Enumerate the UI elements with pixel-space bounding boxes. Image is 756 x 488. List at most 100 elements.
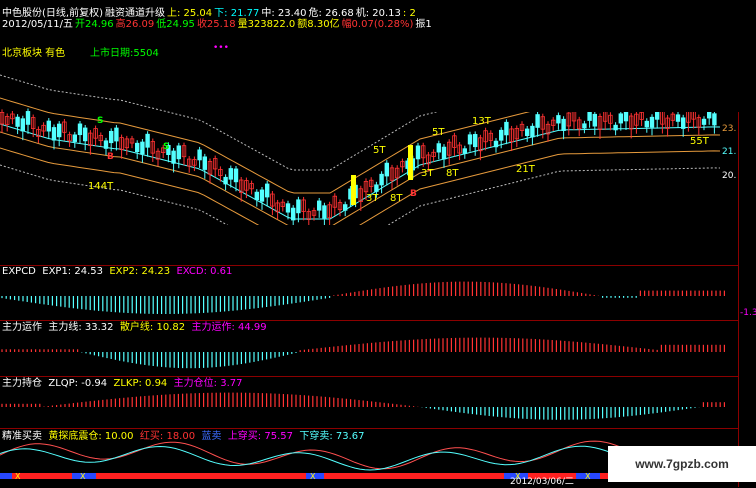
zlcc-header: 主力持仓 ZLQP: -0.94 ZLKP: 0.94 主力仓位: 3.77 [2, 378, 242, 390]
candle-body [140, 141, 145, 155]
candle-body [103, 140, 109, 149]
yellow-candle [408, 145, 413, 180]
candle-body [46, 120, 51, 132]
candle-body [415, 145, 421, 160]
hm-value: 红买: 18.00 [139, 431, 196, 442]
strip-marker: X [310, 472, 316, 481]
smm-value: 上穿买: 75.57 [227, 431, 293, 442]
jzmm-strip [36, 473, 42, 479]
label-8t: 8T [390, 193, 403, 204]
jzmm-strip [432, 473, 438, 479]
jzmm-strip [132, 473, 138, 479]
candle-body [712, 113, 717, 126]
jzmm-strip [336, 473, 342, 479]
jzmm-strip [114, 473, 120, 479]
label-5t: 5T [373, 145, 386, 156]
candle-body [681, 117, 686, 129]
jzmm-strip [90, 473, 96, 479]
jzmm-strip [354, 473, 360, 479]
candle-body [145, 133, 150, 148]
panel-separator [0, 376, 738, 377]
jzmm-strip [366, 473, 372, 479]
label-3t: 3T [421, 168, 434, 179]
candle-body [379, 173, 384, 186]
jzmm-strip [24, 473, 30, 479]
listing-date: 上市日期:5504 [90, 48, 159, 59]
jzmm-strip [318, 473, 324, 479]
candle-body [285, 203, 291, 213]
candle-body [228, 168, 233, 180]
jzmm-strip [282, 473, 288, 479]
candle-body [493, 140, 499, 148]
strip-marker: X [15, 472, 21, 481]
jzmm-strip [438, 473, 444, 479]
candle-body [202, 156, 207, 170]
jzmm-strip [174, 473, 180, 479]
jzmm-strip [72, 473, 78, 479]
bottom-date: 2012/03/06/二 [510, 477, 574, 487]
jzmm-strip [30, 473, 36, 479]
shl-value: 散户线: 10.82 [119, 322, 186, 333]
header-field: 2012/05/11/五 [2, 19, 74, 30]
candle-body [223, 176, 228, 185]
candle-body [675, 114, 681, 122]
label-13t: 13T [472, 116, 491, 127]
jzmm-strip [288, 473, 294, 479]
jzmm-strip [402, 473, 408, 479]
jzmm-strip [168, 473, 174, 479]
jzmm-strip [156, 473, 162, 479]
candle-body [592, 113, 597, 127]
candle-body [259, 189, 265, 202]
zlyz-value: 主力运作: 44.99 [191, 322, 267, 333]
jzmm-strip [234, 473, 240, 479]
candle-body [72, 134, 77, 142]
candle-body [233, 168, 239, 183]
jzmm-strip [192, 473, 198, 479]
header-field: 中: 23.40 [261, 8, 307, 19]
header-field: 危: 26.68 [308, 8, 354, 19]
candle-body [441, 146, 447, 160]
candle-body [296, 199, 301, 214]
jzmm-strip [240, 473, 246, 479]
axis-value: 20. [722, 171, 737, 181]
jzmm-strip [66, 473, 72, 479]
jzmm-strip [216, 473, 222, 479]
candle-body [342, 204, 348, 211]
jzmm-strip [600, 473, 606, 479]
jzmm-strip [6, 473, 12, 479]
excd-value: EXCD: 0.61 [176, 266, 233, 277]
candle-body [530, 125, 535, 138]
candle-body [498, 129, 504, 141]
jzmm-strip [96, 473, 102, 479]
xcm-value: 下穿卖: 73.67 [299, 431, 365, 442]
jzmm-strip [210, 473, 216, 479]
buy-signal: B [410, 189, 417, 199]
candle-body [109, 130, 114, 144]
sell-signal: S [97, 116, 104, 126]
jzmm-strip [222, 473, 228, 479]
jzmm-strip [408, 473, 414, 479]
jzmm-strip [378, 473, 384, 479]
candle-body [618, 113, 623, 124]
label-5t: 5T [432, 127, 445, 138]
candle-body [171, 150, 176, 164]
watermark: www.7gpzb.com [608, 446, 756, 482]
jzmm-strip [372, 473, 378, 479]
strip-marker: X [585, 472, 591, 481]
jzmm-strip [474, 473, 480, 479]
sector-label: 北京板块 有色 [2, 48, 66, 59]
header-field: 融资通道升级 [104, 8, 165, 19]
candle-body [644, 120, 649, 128]
jzmm-strip [198, 473, 204, 479]
candle-body [472, 134, 478, 148]
jzmm-strip [594, 473, 600, 479]
jzmm-strip [162, 473, 168, 479]
label-55t: 55T [690, 136, 709, 147]
axis-value: 23. [722, 124, 737, 134]
jzmm-strip [576, 473, 582, 479]
header-field: 收25.18 [196, 19, 236, 30]
zlyz-header: 主力运作 主力线: 33.32 散户线: 10.82 主力运作: 44.99 [2, 322, 267, 334]
jzmm-strip [384, 473, 390, 479]
jzmm-strip [342, 473, 348, 479]
candle-body [15, 116, 20, 127]
